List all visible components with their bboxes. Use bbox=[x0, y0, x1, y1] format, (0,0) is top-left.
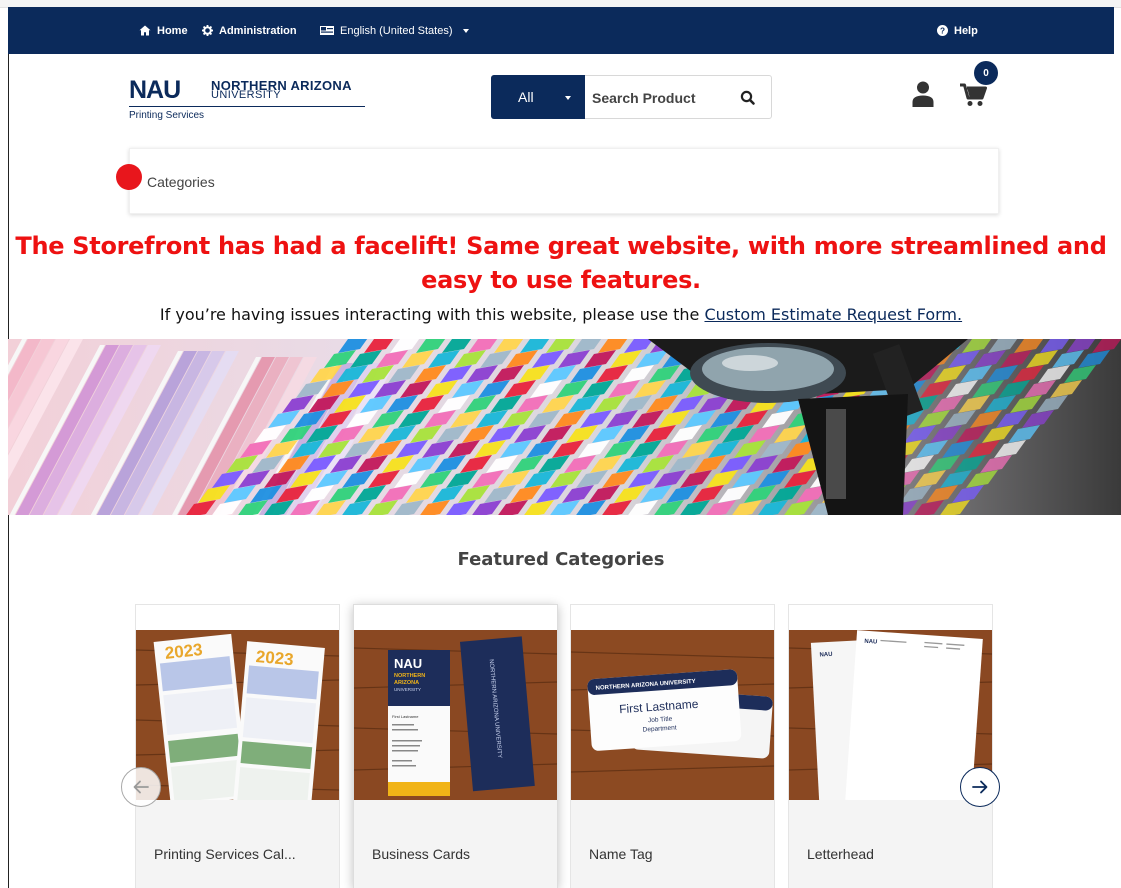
chevron-down-icon bbox=[565, 96, 571, 100]
name-tag-image: Department NORTHERN ARIZONA UNIVERSITY F… bbox=[571, 630, 774, 800]
nav-home-label: Home bbox=[157, 24, 188, 37]
cart-icon[interactable] bbox=[960, 83, 988, 107]
categories-label: Categories bbox=[147, 174, 215, 190]
categories-indicator bbox=[116, 164, 142, 190]
featured-categories-title: Featured Categories bbox=[457, 549, 665, 570]
category-card-label: Business Cards bbox=[372, 846, 471, 862]
category-card-name-tag[interactable]: Department NORTHERN ARIZONA UNIVERSITY F… bbox=[570, 604, 775, 888]
category-card-label: Name Tag bbox=[589, 846, 653, 862]
calendar-image: 2023 2023 bbox=[136, 630, 339, 800]
question-circle-icon: ? bbox=[937, 25, 948, 36]
nav-administration-label: Administration bbox=[219, 24, 297, 37]
custom-estimate-link[interactable]: Custom Estimate Request Form. bbox=[704, 305, 962, 324]
chevron-down-icon bbox=[462, 28, 469, 33]
nav-help[interactable]: ? Help bbox=[937, 7, 978, 54]
home-icon bbox=[139, 25, 151, 36]
lh-front-logo: NAU bbox=[864, 639, 877, 646]
bc-line1: NORTHERN bbox=[394, 673, 425, 679]
banner-image bbox=[8, 339, 1121, 515]
search-input[interactable] bbox=[590, 84, 734, 112]
bc-line2: ARIZONA bbox=[394, 680, 419, 686]
logo-subtitle: Printing Services bbox=[129, 110, 205, 121]
nav-help-label: Help bbox=[954, 24, 978, 37]
lh-back-logo: NAU bbox=[819, 652, 832, 659]
flag-icon bbox=[320, 26, 334, 35]
nau-logo[interactable]: NAU NORTHERN ARIZONA UNIVERSITY Printing… bbox=[129, 78, 369, 122]
search-category-dropdown[interactable]: All bbox=[491, 75, 585, 119]
arrow-right-icon bbox=[972, 780, 988, 794]
category-card-business-cards[interactable]: NORTHERN ARIZONA UNIVERSITY NAU NORTHERN… bbox=[353, 604, 558, 888]
search-icon bbox=[740, 90, 755, 105]
card-footer bbox=[354, 800, 557, 888]
user-icon[interactable] bbox=[912, 81, 934, 107]
bc-line3: UNIVERSITY bbox=[394, 687, 421, 692]
card-footer bbox=[571, 800, 774, 888]
top-navbar: Home Administration English (United Stat… bbox=[8, 7, 1114, 54]
category-card-letterhead[interactable]: NAU NAU Letterhead bbox=[788, 604, 993, 888]
search-button[interactable] bbox=[738, 88, 758, 108]
search-category-label: All bbox=[518, 89, 534, 105]
nav-home[interactable]: Home bbox=[139, 7, 188, 54]
logo-line2: UNIVERSITY bbox=[211, 89, 282, 101]
hero-banner bbox=[8, 339, 1121, 515]
card-footer bbox=[789, 800, 992, 888]
category-card-label: Letterhead bbox=[807, 846, 874, 862]
categories-menu[interactable] bbox=[129, 148, 999, 214]
calendar-year-right: 2023 bbox=[255, 647, 294, 669]
issue-text: If you’re having issues interacting with… bbox=[159, 305, 700, 324]
business-cards-image: NORTHERN ARIZONA UNIVERSITY NAU NORTHERN… bbox=[354, 630, 557, 800]
nav-administration[interactable]: Administration bbox=[202, 7, 297, 54]
cart-count-badge: 0 bbox=[974, 61, 998, 85]
carousel-next-button[interactable] bbox=[960, 767, 1000, 807]
letterhead-image: NAU NAU bbox=[789, 630, 992, 800]
bc-logo: NAU bbox=[394, 656, 422, 671]
card-footer bbox=[136, 800, 339, 888]
language-label: English (United States) bbox=[340, 24, 453, 37]
category-card-label: Printing Services Cal... bbox=[154, 846, 296, 862]
bc-name: First Lastname bbox=[392, 714, 419, 719]
cog-icon bbox=[202, 25, 213, 36]
issue-notice: If you’re having issues interacting with… bbox=[8, 305, 1114, 324]
calendar-year-left: 2023 bbox=[164, 640, 204, 663]
announcement-heading: The Storefront has had a facelift! Same … bbox=[15, 232, 1107, 294]
svg-text:?: ? bbox=[940, 27, 945, 36]
language-dropdown[interactable]: English (United States) bbox=[320, 7, 469, 54]
category-card-calendar[interactable]: 2023 2023 Printing Services Cal... bbox=[135, 604, 340, 888]
carousel-prev-button[interactable] bbox=[121, 767, 161, 807]
logo-rule bbox=[129, 106, 365, 107]
search-bar: All bbox=[491, 75, 772, 119]
logo-mark: NAU bbox=[129, 76, 181, 104]
arrow-left-icon bbox=[133, 780, 149, 794]
